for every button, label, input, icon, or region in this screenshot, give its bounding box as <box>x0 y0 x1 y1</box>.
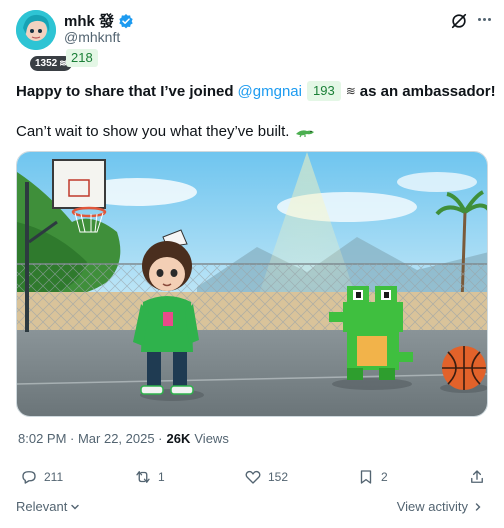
views-count: 26K <box>166 431 191 446</box>
chevron-right-icon <box>475 502 481 511</box>
sort-label: Relevant <box>16 499 68 514</box>
tweet-text-second: Can’t wait to show you what they’ve buil… <box>16 123 290 140</box>
mention-score-badge: 193 <box>306 81 341 101</box>
stack-icon: ≋ <box>345 84 356 98</box>
repost-count: 1 <box>158 470 165 484</box>
action-bar: 211 1 152 2 <box>16 468 488 496</box>
view-activity-label: View activity <box>396 499 468 514</box>
share-button[interactable] <box>468 468 486 486</box>
avatar[interactable] <box>16 10 56 50</box>
tweet-text-line1: Happy to share that I’ve joined @gmgnai … <box>16 81 496 101</box>
rank-badge-value: 1352 <box>35 58 58 69</box>
bookmark-button[interactable]: 2 <box>357 468 388 486</box>
tweet-media-image[interactable] <box>16 151 488 417</box>
avatar-image-icon <box>16 10 56 50</box>
handle-score-badge: 218 <box>66 49 98 67</box>
reply-icon <box>22 471 36 484</box>
tweet-text-line2: Can’t wait to show you what they’ve buil… <box>16 123 315 140</box>
grok-icon[interactable] <box>450 12 468 30</box>
heart-icon <box>245 470 261 484</box>
chevron-down-icon <box>71 504 80 509</box>
lizard-emoji-icon <box>296 129 315 137</box>
avatar-container[interactable]: 1352 ≋ <box>16 10 72 71</box>
tweet-text-suffix: as an ambassador! <box>359 82 496 100</box>
like-count: 152 <box>268 470 289 484</box>
tweet-time[interactable]: 8:02 PM · Mar 22, 2025 · <box>18 431 163 446</box>
like-button[interactable]: 152 <box>244 468 288 486</box>
reply-button[interactable]: 211 <box>20 468 63 486</box>
view-activity-link[interactable]: View activity <box>397 499 484 514</box>
repost-button[interactable]: 1 <box>134 468 165 486</box>
verified-badge-icon <box>119 13 133 28</box>
sort-dropdown[interactable]: Relevant <box>16 499 81 514</box>
bookmark-count: 2 <box>381 470 388 484</box>
author-name-row[interactable]: mhk 發 <box>64 10 134 31</box>
basketball-court-image <box>17 152 487 416</box>
repost-icon <box>136 471 150 483</box>
views-label: Views <box>194 431 229 446</box>
author-handle[interactable]: @mhknft <box>64 29 120 45</box>
reply-count: 211 <box>44 470 64 484</box>
display-name[interactable]: mhk 發 <box>64 10 114 31</box>
tweet-text-prefix: Happy to share that I’ve joined <box>16 82 234 100</box>
mention-link[interactable]: @gmgnai <box>238 83 302 100</box>
more-options-icon[interactable] <box>478 18 491 21</box>
tweet-meta: 8:02 PM · Mar 22, 2025 · 26K Views <box>18 431 229 446</box>
share-icon <box>471 470 483 483</box>
bookmark-icon <box>360 470 372 484</box>
